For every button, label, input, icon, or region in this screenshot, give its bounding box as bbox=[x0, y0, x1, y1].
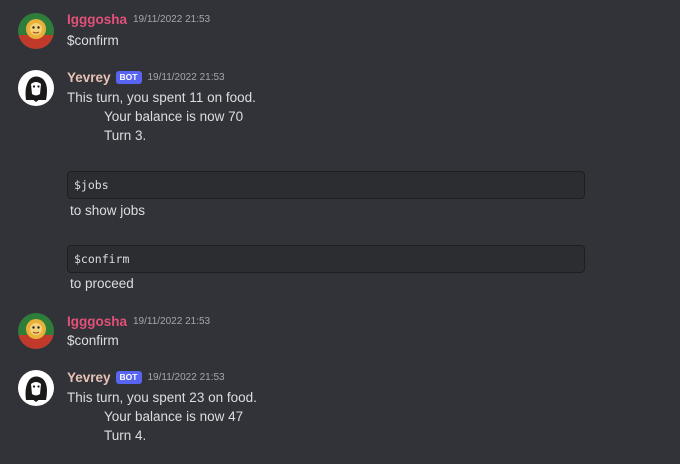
message-text: Your balance is now 70 bbox=[104, 109, 244, 124]
avatar-yevrey[interactable] bbox=[18, 70, 54, 106]
code-block: $confirm bbox=[67, 245, 585, 273]
code-block: $jobs bbox=[67, 171, 585, 199]
username[interactable]: Igggosha bbox=[67, 314, 127, 329]
code-caption: to proceed bbox=[70, 276, 134, 291]
message-text: Turn 4. bbox=[104, 428, 147, 443]
message-header: Yevrey BOT 19/11/2022 21:53 bbox=[67, 370, 225, 385]
message-header: Igggosha 19/11/2022 21:53 bbox=[67, 314, 210, 329]
username[interactable]: Yevrey bbox=[67, 70, 111, 85]
timestamp: 19/11/2022 21:53 bbox=[133, 316, 211, 327]
timestamp: 19/11/2022 21:53 bbox=[133, 14, 211, 25]
username[interactable]: Igggosha bbox=[67, 12, 127, 27]
avatar-igggosha[interactable] bbox=[18, 13, 54, 49]
avatar-yevrey[interactable] bbox=[18, 370, 54, 406]
username[interactable]: Yevrey bbox=[67, 370, 111, 385]
timestamp: 19/11/2022 21:53 bbox=[147, 72, 225, 83]
message-text: This turn, you spent 11 on food. bbox=[67, 90, 256, 105]
message-text: $confirm bbox=[67, 333, 119, 348]
message-header: Igggosha 19/11/2022 21:53 bbox=[67, 12, 210, 27]
avatar-igggosha[interactable] bbox=[18, 313, 54, 349]
code-caption: to show jobs bbox=[70, 203, 146, 218]
message-text: Your balance is now 47 bbox=[104, 409, 244, 424]
message-text: This turn, you spent 23 on food. bbox=[67, 390, 257, 405]
message-text: Turn 3. bbox=[104, 128, 147, 143]
message-header: Yevrey BOT 19/11/2022 21:53 bbox=[67, 70, 225, 85]
message-text: $confirm bbox=[67, 33, 119, 48]
bot-badge: BOT bbox=[115, 371, 142, 384]
timestamp: 19/11/2022 21:53 bbox=[147, 372, 225, 383]
bot-badge: BOT bbox=[115, 71, 142, 84]
